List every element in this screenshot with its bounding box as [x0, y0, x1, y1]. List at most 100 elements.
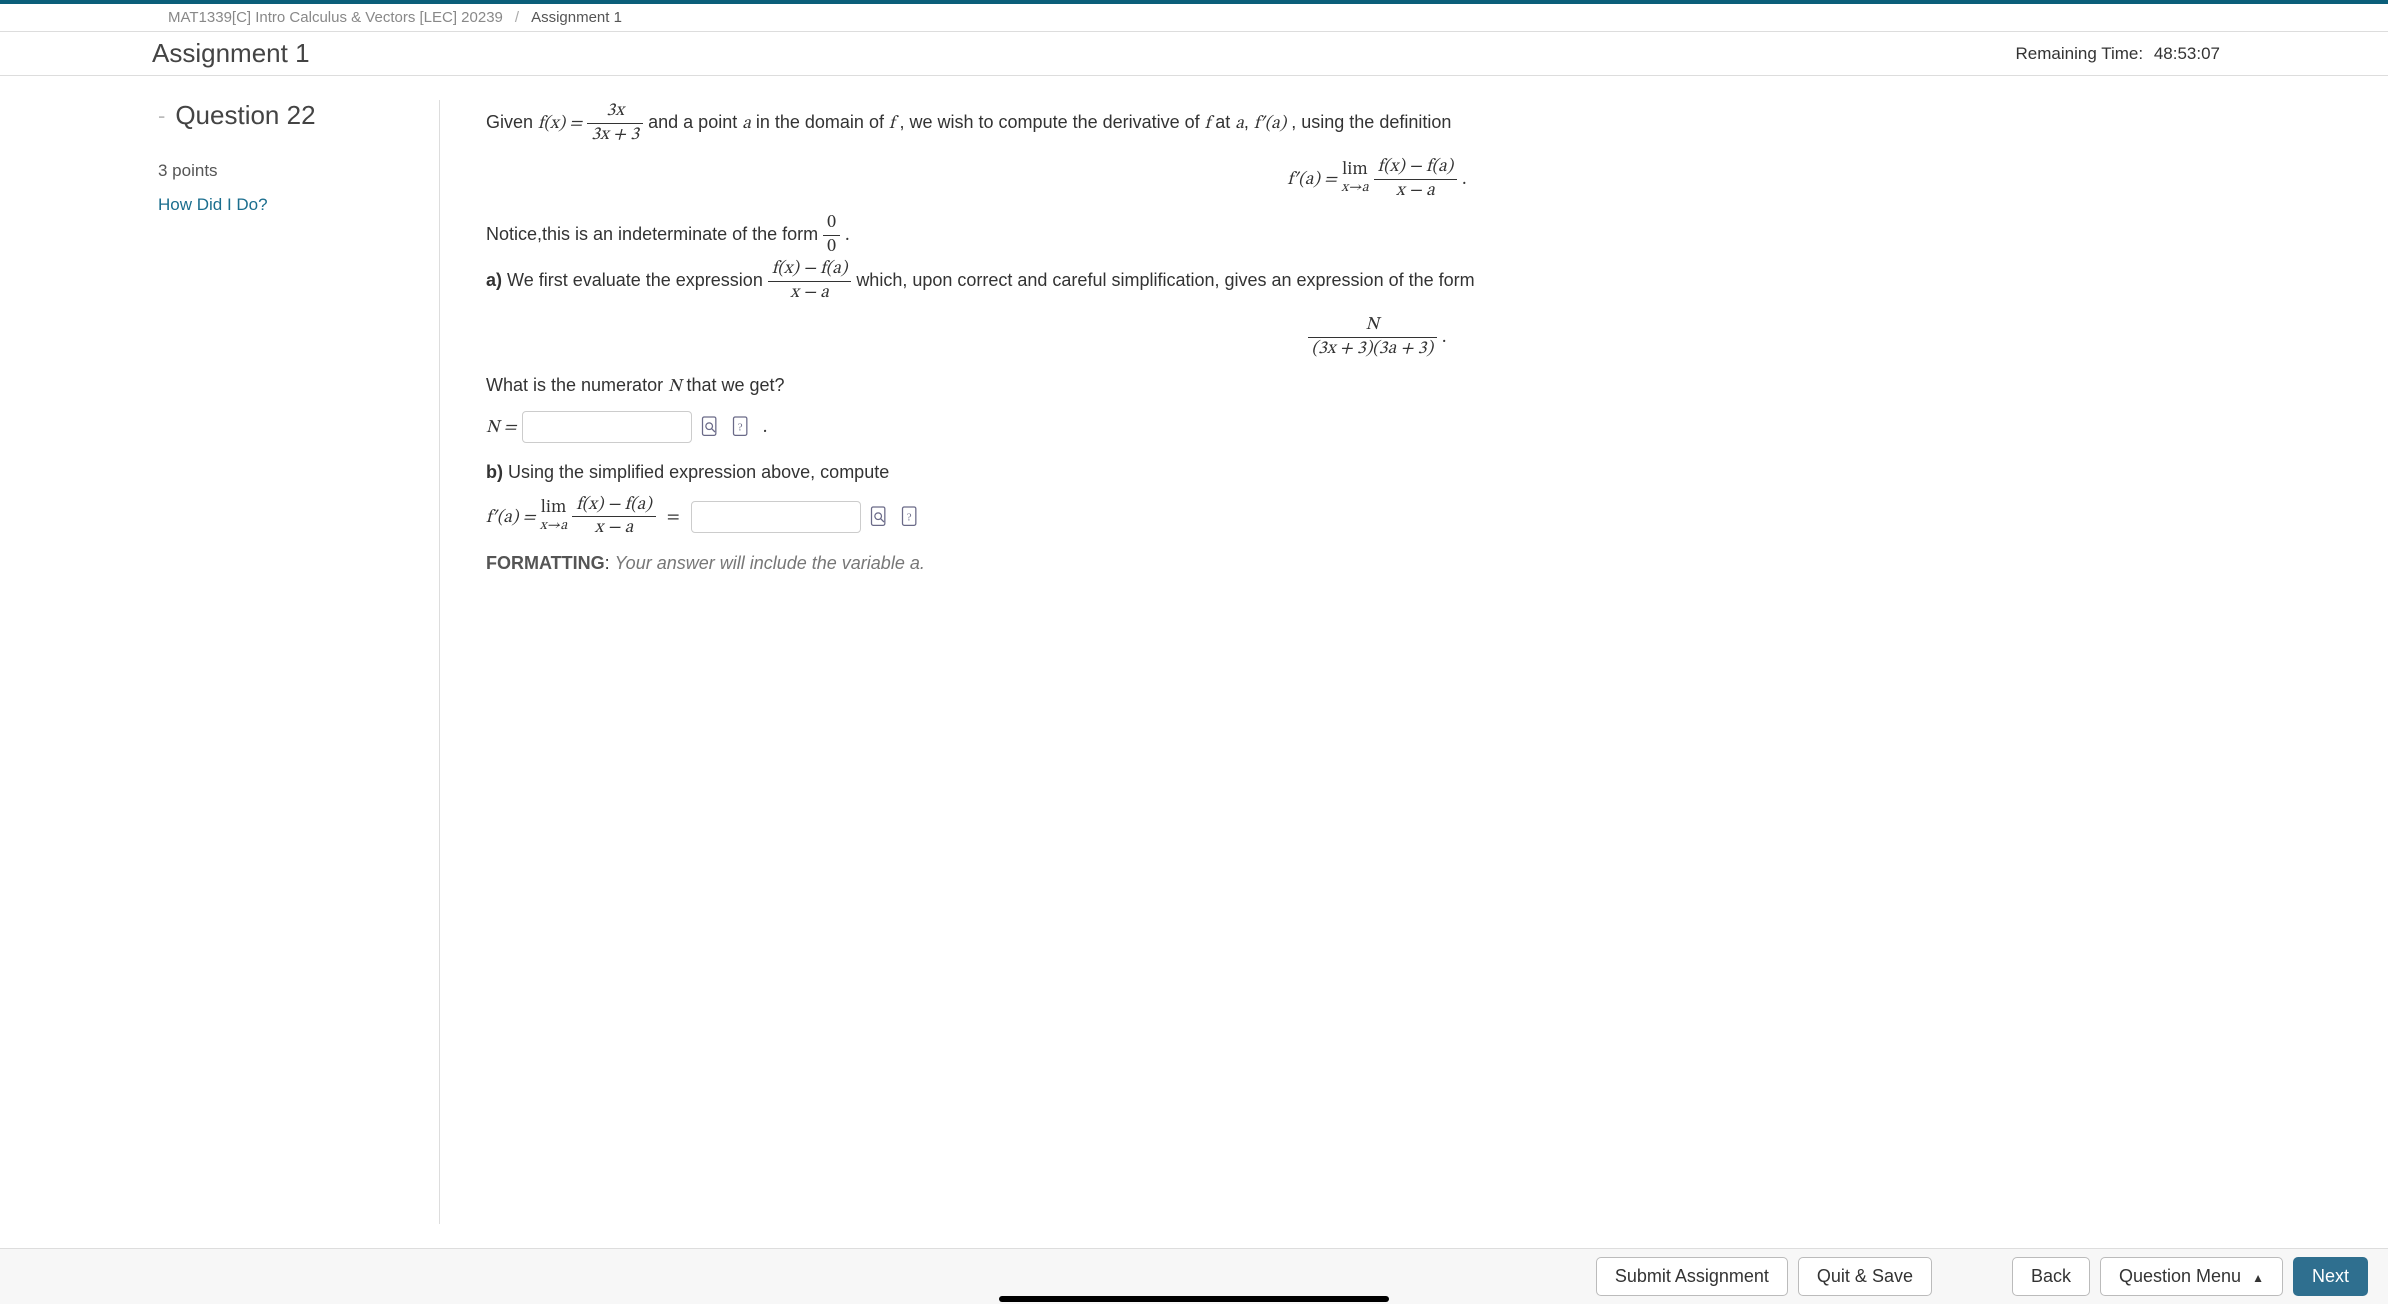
- home-indicator: [999, 1296, 1389, 1302]
- collapse-icon[interactable]: -: [158, 103, 165, 129]
- formatting-text: Your answer will include the variable a.: [615, 553, 925, 573]
- preview-icon[interactable]: [697, 413, 723, 441]
- text: and a point: [648, 112, 742, 132]
- part-b-answer-row: f′(a) = lim x→a f(x) − f(a) x − a = ?: [486, 494, 2268, 540]
- math-fx-den: 3x + 3: [587, 124, 643, 147]
- zero-num: 0: [823, 212, 840, 236]
- text: which, upon correct and careful simplifi…: [856, 270, 1474, 290]
- math-N: N: [668, 378, 681, 396]
- math-f: f: [1205, 115, 1211, 133]
- text: , we wish to compute the derivative of: [900, 112, 1205, 132]
- diffq-den: x − a: [768, 282, 851, 305]
- how-did-i-do-link[interactable]: How Did I Do?: [158, 195, 415, 215]
- breadcrumb-course[interactable]: MAT1339[C] Intro Calculus & Vectors [LEC…: [168, 9, 503, 26]
- math-f: f: [889, 115, 895, 133]
- math-simplified-frac: N (3x + 3)(3a + 3): [1308, 314, 1437, 360]
- definition-limit: f′(a) = lim x→a f(x) − f(a) x − a .: [486, 156, 2268, 202]
- lim-sub: x→a: [540, 519, 567, 535]
- help-icon[interactable]: ?: [728, 413, 754, 441]
- svg-text:?: ?: [737, 421, 742, 433]
- n-equals: N =: [486, 419, 517, 437]
- problem-intro: Given f(x) = 3x 3x + 3 and a point a in …: [486, 100, 2268, 146]
- question-body: Given f(x) = 3x 3x + 3 and a point a in …: [440, 100, 2388, 1224]
- math-diffq: f(x) − f(a) x − a: [1374, 156, 1457, 202]
- simp-den: (3x + 3)(3a + 3): [1308, 338, 1437, 361]
- math-limit-lhs: f′(a) =: [486, 509, 540, 527]
- diffq-num: f(x) − f(a): [572, 494, 655, 518]
- text: What is the numerator: [486, 375, 668, 395]
- header: Assignment 1 Remaining Time: 48:53:07: [0, 32, 2388, 76]
- part-a-answer-row: N = ? .: [486, 411, 2268, 444]
- diffq-den: x − a: [1374, 180, 1457, 203]
- main: - Question 22 3 points How Did I Do? Giv…: [0, 76, 2388, 1248]
- remaining-time: Remaining Time: 48:53:07: [2016, 44, 2220, 64]
- footer: Submit Assignment Quit & Save Back Quest…: [0, 1248, 2388, 1304]
- math-zero-over-zero: 0 0: [823, 212, 840, 258]
- breadcrumb-separator: /: [515, 9, 519, 26]
- part-a-label: a): [486, 270, 502, 290]
- breadcrumb-current[interactable]: Assignment 1: [531, 9, 622, 26]
- preview-icon[interactable]: [866, 503, 892, 531]
- lim-label: lim: [540, 499, 567, 519]
- period: .: [845, 227, 849, 245]
- text: that we get?: [686, 375, 784, 395]
- breadcrumb: MAT1339[C] Intro Calculus & Vectors [LEC…: [0, 4, 2388, 32]
- next-button[interactable]: Next: [2293, 1257, 2368, 1296]
- lim-label: lim: [1341, 161, 1368, 181]
- question-title[interactable]: - Question 22: [158, 100, 415, 131]
- formatting-label: FORMATTING: [486, 553, 605, 573]
- part-a-line1: a) We first evaluate the expression f(x)…: [486, 258, 2268, 304]
- math-limit: lim x→a: [540, 499, 567, 535]
- math-fx-lhs: f(x) =: [538, 115, 582, 133]
- formatting-note: FORMATTING: Your answer will include the…: [486, 548, 2268, 579]
- math-fpa: f′(a): [1254, 115, 1286, 133]
- question-points: 3 points: [158, 161, 415, 181]
- diffq-num: f(x) − f(a): [768, 258, 851, 282]
- indeterminate-line: Notice,this is an indeterminate of the f…: [486, 212, 2268, 258]
- part-a-question: What is the numerator N that we get?: [486, 370, 2268, 403]
- caret-up-icon: ▲: [2252, 1271, 2264, 1285]
- math-a: a: [742, 115, 751, 133]
- math-diffq3: f(x) − f(a) x − a: [572, 494, 655, 540]
- text: Using the simplified expression above, c…: [508, 462, 889, 482]
- math-limit-lhs: f′(a) =: [1287, 171, 1341, 189]
- back-button[interactable]: Back: [2012, 1257, 2090, 1296]
- period: .: [759, 419, 768, 437]
- simplified-form: N (3x + 3)(3a + 3) .: [486, 314, 2268, 360]
- text: in the domain of: [756, 112, 889, 132]
- text: We first evaluate the expression: [507, 270, 768, 290]
- submit-assignment-button[interactable]: Submit Assignment: [1596, 1257, 1788, 1296]
- text: at: [1215, 112, 1235, 132]
- text: Notice,this is an indeterminate of the f…: [486, 224, 823, 244]
- diffq-num: f(x) − f(a): [1374, 156, 1457, 180]
- help-icon[interactable]: ?: [897, 503, 923, 531]
- sidebar: - Question 22 3 points How Did I Do?: [0, 100, 440, 1224]
- question-menu-label: Question Menu: [2119, 1266, 2241, 1286]
- colon: :: [605, 553, 615, 573]
- svg-text:?: ?: [906, 511, 911, 523]
- answer-input-fpa[interactable]: [691, 501, 861, 533]
- N-var: N: [1308, 314, 1437, 338]
- remaining-time-value: 48:53:07: [2154, 44, 2220, 63]
- text: , using the definition: [1291, 112, 1451, 132]
- text: Given: [486, 112, 538, 132]
- quit-save-button[interactable]: Quit & Save: [1798, 1257, 1932, 1296]
- lim-sub: x→a: [1341, 181, 1368, 197]
- question-menu-button[interactable]: Question Menu ▲: [2100, 1257, 2283, 1296]
- period: .: [1462, 171, 1466, 189]
- math-fx-frac: 3x 3x + 3: [587, 100, 643, 146]
- diffq-den: x − a: [572, 517, 655, 540]
- remaining-time-label: Remaining Time:: [2016, 44, 2144, 63]
- math-fx-num: 3x: [587, 100, 643, 124]
- math-a: a: [1235, 115, 1244, 133]
- zero-den: 0: [823, 236, 840, 259]
- answer-input-n[interactable]: [522, 411, 692, 443]
- equals: =: [667, 509, 680, 527]
- math-limit: lim x→a: [1341, 161, 1368, 197]
- period: .: [1442, 329, 1446, 347]
- part-b-line: b) Using the simplified expression above…: [486, 457, 2268, 488]
- part-b-label: b): [486, 462, 503, 482]
- text: ,: [1244, 112, 1254, 132]
- math-diffq2: f(x) − f(a) x − a: [768, 258, 851, 304]
- page-title: Assignment 1: [152, 38, 310, 69]
